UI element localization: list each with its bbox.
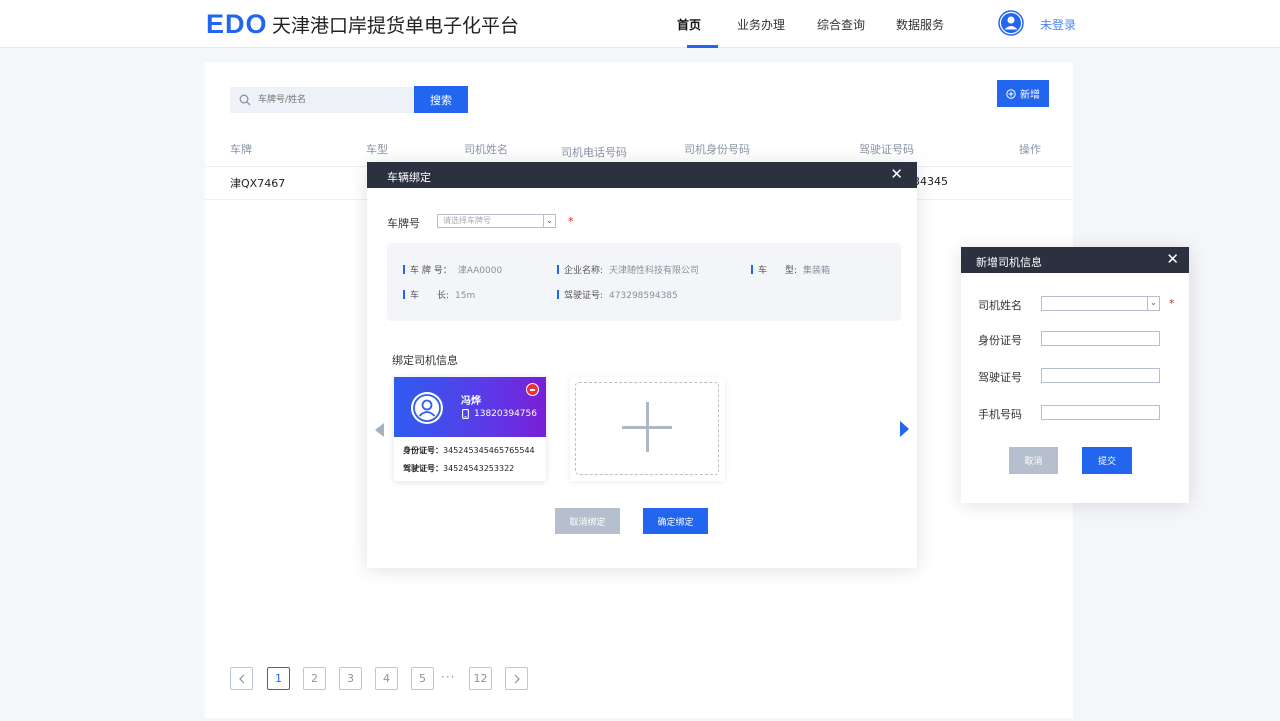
driver-phone: 13820394756 [474, 409, 537, 419]
column-header-driver-name: 司机姓名 [464, 143, 508, 156]
pagination-page-1[interactable]: 1 [267, 667, 290, 690]
driver-card[interactable]: 冯烨 13820394756 身份证号：345245345465765544 驾… [394, 377, 546, 481]
pagination-ellipsis: ··· [441, 670, 456, 684]
nav-data-service[interactable]: 数据服务 [896, 16, 944, 33]
cell-plate: 津QX7467 [230, 177, 286, 190]
pagination-prev[interactable] [230, 667, 253, 690]
column-header-license: 驾驶证号码 [859, 143, 914, 156]
driver-name-select[interactable]: ⌄ [1041, 296, 1160, 311]
pagination-page-3[interactable]: 3 [339, 667, 362, 690]
driver-avatar-icon [411, 392, 443, 424]
column-header-driver-id: 司机身份号码 [684, 143, 750, 156]
user-avatar-icon[interactable] [998, 10, 1024, 36]
chevron-left-icon [238, 674, 244, 683]
remove-driver-icon[interactable] [526, 383, 539, 396]
top-header: EDO 天津港口岸提货单电子化平台 首页 业务办理 综合查询 数据服务 未登录 [0, 0, 1280, 48]
submit-button[interactable]: 提交 [1082, 447, 1132, 474]
column-header-type: 车型 [366, 143, 388, 156]
add-driver-dialog-header: 新增司机信息 ✕ [961, 247, 1189, 273]
site-title: 天津港口岸提货单电子化平台 [272, 15, 520, 37]
plate-select-placeholder: 请选择车牌号 [443, 216, 491, 225]
login-link[interactable]: 未登录 [1040, 16, 1076, 33]
add-driver-card[interactable] [570, 377, 725, 481]
carousel-next-arrow[interactable] [900, 421, 909, 437]
add-driver-dialog: 新增司机信息 ✕ 司机姓名 ⌄ * 身份证号 驾驶证号 手机号码 取消 提交 [961, 247, 1189, 503]
chevron-down-icon: ⌄ [1147, 297, 1159, 310]
plus-icon-vertical [646, 402, 649, 452]
pagination-page-last[interactable]: 12 [469, 667, 492, 690]
nav-query[interactable]: 综合查询 [817, 16, 865, 33]
nav-business[interactable]: 业务办理 [737, 16, 785, 33]
phone-icon [462, 409, 469, 419]
search-button[interactable]: 搜索 [414, 86, 468, 113]
column-header-driver-phone: 司机电话号码 [561, 146, 627, 159]
search-icon [239, 94, 251, 106]
license-number-label: 驾驶证号 [978, 371, 1022, 384]
column-header-actions: 操作 [1019, 143, 1041, 156]
dialog-title: 车辆绑定 [387, 171, 431, 184]
confirm-binding-button[interactable]: 确定绑定 [643, 508, 708, 534]
edo-logo[interactable]: EDO [206, 9, 268, 40]
cell-license: 34345 [913, 175, 948, 188]
add-button-label: 新增 [1020, 90, 1040, 101]
info-length: 车 长: 15m [403, 288, 475, 301]
carousel-prev-arrow[interactable] [375, 423, 384, 437]
chevron-right-icon [514, 674, 520, 683]
close-icon[interactable]: ✕ [890, 166, 903, 182]
id-number-label: 身份证号 [978, 334, 1022, 347]
required-mark: * [568, 215, 574, 228]
dialog-header: 车辆绑定 ✕ [367, 162, 917, 188]
close-icon[interactable]: ✕ [1166, 251, 1179, 267]
phone-number-input[interactable] [1041, 405, 1160, 420]
required-mark: * [1169, 297, 1175, 310]
bound-drivers-title: 绑定司机信息 [392, 354, 458, 367]
plate-label: 车牌号 [387, 217, 420, 230]
license-number-input[interactable] [1041, 368, 1160, 383]
column-header-plate: 车牌 [230, 143, 252, 156]
id-number-input[interactable] [1041, 331, 1160, 346]
info-plate: 车 牌 号： 津AA0000 [403, 263, 502, 276]
plate-select[interactable]: 请选择车牌号 ⌄ [437, 214, 556, 228]
add-circle-icon [1006, 88, 1016, 99]
nav-active-indicator [687, 45, 718, 48]
info-license: 驾驶证号: 473298594385 [557, 288, 678, 301]
add-button[interactable]: 新增 [997, 80, 1049, 107]
driver-card-header: 冯烨 13820394756 [394, 377, 546, 437]
pagination-page-5[interactable]: 5 [411, 667, 434, 690]
cancel-binding-button[interactable]: 取消绑定 [555, 508, 620, 534]
add-driver-dialog-title: 新增司机信息 [976, 256, 1042, 269]
driver-name-label: 司机姓名 [978, 299, 1022, 312]
driver-name: 冯烨 [461, 396, 481, 407]
driver-license-line: 驾驶证号：34524543253322 [403, 464, 515, 473]
cancel-button[interactable]: 取消 [1009, 447, 1058, 474]
driver-id-line: 身份证号：345245345465765544 [403, 446, 535, 455]
pagination-next[interactable] [505, 667, 528, 690]
phone-number-label: 手机号码 [978, 408, 1022, 421]
info-type: 车 型: 集装箱 [751, 263, 830, 276]
chevron-down-icon: ⌄ [543, 215, 555, 227]
pagination-page-4[interactable]: 4 [375, 667, 398, 690]
vehicle-binding-dialog: 车辆绑定 ✕ 车牌号 请选择车牌号 ⌄ * 车 牌 号： 津AA0000 企业名称… [367, 162, 917, 568]
info-company: 企业名称: 天津随性科技有限公司 [557, 263, 699, 276]
search-input[interactable] [258, 87, 408, 113]
nav-home[interactable]: 首页 [677, 16, 701, 33]
pagination-page-2[interactable]: 2 [303, 667, 326, 690]
vehicle-info-box: 车 牌 号： 津AA0000 企业名称: 天津随性科技有限公司 车 型: 集装箱 车 … [387, 243, 901, 321]
search-box [230, 87, 415, 113]
